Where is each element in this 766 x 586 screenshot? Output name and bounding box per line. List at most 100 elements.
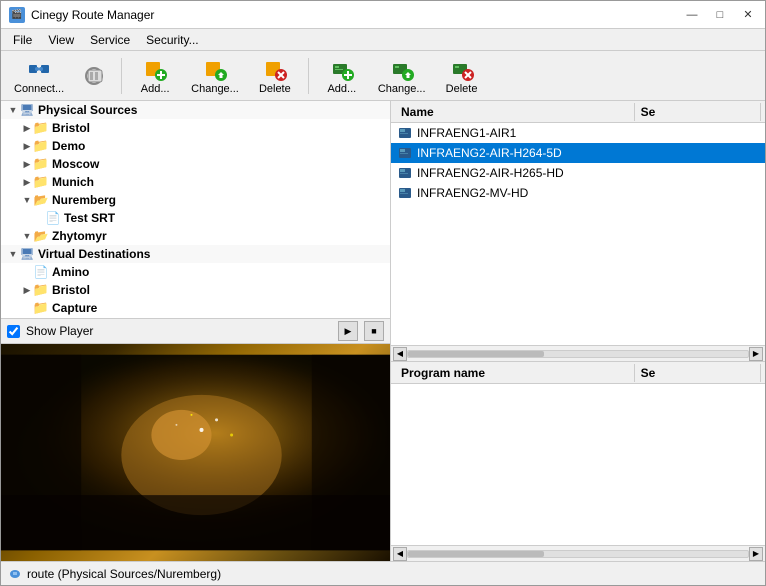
col-header-program-name[interactable]: Program name: [395, 364, 635, 382]
connect-button[interactable]: Connect...: [7, 55, 71, 97]
scroll-right-bottom[interactable]: ▶: [749, 547, 763, 561]
play-button[interactable]: ▶: [338, 321, 358, 341]
tree-item-amino[interactable]: 📄 Amino: [1, 263, 390, 281]
bristol2-label: Bristol: [52, 283, 90, 297]
maximize-button[interactable]: □: [707, 5, 733, 25]
close-button[interactable]: ✕: [735, 5, 761, 25]
folder-icon-munich: 📁: [33, 174, 49, 190]
expand-zhytomyr[interactable]: ▼: [21, 230, 33, 242]
expand-bristol[interactable]: ▶: [21, 122, 33, 134]
demo-label: Demo: [52, 139, 85, 153]
delete1-label: Delete: [259, 83, 291, 95]
virtual-destinations-label: Virtual Destinations: [38, 247, 150, 261]
tree-item-moscow[interactable]: ▶ 📁 Moscow: [1, 155, 390, 173]
capture-label: Capture: [52, 301, 97, 315]
list-item-infraeng2-air-h264-5d[interactable]: INFRAENG2-AIR-H264-5D: [391, 143, 765, 163]
menu-service[interactable]: Service: [82, 31, 138, 49]
menu-file[interactable]: File: [5, 31, 40, 49]
expand-moscow[interactable]: ▶: [21, 158, 33, 170]
toolbar-sep-1: [121, 58, 122, 94]
bottom-scrollbar-h: ◀ ▶: [391, 545, 765, 561]
infraeng2-mv-hd-label: INFRAENG2-MV-HD: [417, 186, 528, 200]
moscow-label: Moscow: [52, 157, 99, 171]
delete2-icon: [450, 57, 474, 81]
computer-icon: 🖥: [19, 102, 35, 118]
expand-virtual-destinations[interactable]: ▼: [7, 248, 19, 260]
folder-icon-bristol: 📁: [33, 120, 49, 136]
col-header-se2[interactable]: Se: [635, 364, 761, 382]
computer-icon-vd: 🖥: [19, 246, 35, 262]
tree-item-zhytomyr[interactable]: ▼ 📂 Zhytomyr: [1, 227, 390, 245]
menubar: File View Service Security...: [1, 29, 765, 51]
tree-view[interactable]: ▼ 🖥 Physical Sources ▶ 📁 Bristol: [1, 101, 390, 318]
expand-bristol2[interactable]: ▶: [21, 284, 33, 296]
minimize-button[interactable]: —: [679, 5, 705, 25]
connect-icon: [27, 57, 51, 81]
server-icon-1: [397, 125, 413, 141]
tree-item-nuremberg[interactable]: ▼ 📂 Nuremberg: [1, 191, 390, 209]
server-icon-3: [397, 165, 413, 181]
tree-item-bristol[interactable]: ▶ 📁 Bristol: [1, 119, 390, 137]
add2-label: Add...: [327, 83, 356, 95]
refresh-icon: [82, 64, 106, 88]
delete2-button[interactable]: Delete: [437, 55, 487, 97]
menu-view[interactable]: View: [40, 31, 82, 49]
statusbar: route (Physical Sources/Nuremberg): [1, 561, 765, 585]
expand-demo[interactable]: ▶: [21, 140, 33, 152]
tree-item-test-srt[interactable]: 📄 Test SRT: [1, 209, 390, 227]
scrollbar-thumb-top: [408, 351, 544, 357]
col-header-name[interactable]: Name: [395, 103, 635, 121]
stop-icon: ■: [371, 326, 376, 336]
status-icon: [7, 566, 23, 582]
change1-button[interactable]: Change...: [184, 55, 246, 97]
scroll-left-bottom[interactable]: ◀: [393, 547, 407, 561]
change1-label: Change...: [191, 83, 239, 95]
show-player-bar: Show Player ▶ ■: [1, 318, 390, 344]
expand-munich[interactable]: ▶: [21, 176, 33, 188]
folder-icon-capture: 📁: [33, 300, 49, 316]
toolbar-sep-2: [308, 58, 309, 94]
stop-button[interactable]: ■: [364, 321, 384, 341]
titlebar-controls: — □ ✕: [679, 5, 761, 25]
left-panel: ▼ 🖥 Physical Sources ▶ 📁 Bristol: [1, 101, 391, 561]
show-player-checkbox[interactable]: [7, 325, 20, 338]
list-item-infraeng2-air-h265-hd[interactable]: INFRAENG2-AIR-H265-HD: [391, 163, 765, 183]
col-header-se[interactable]: Se: [635, 103, 761, 121]
infraeng2-air-h264-5d-label: INFRAENG2-AIR-H264-5D: [417, 146, 562, 160]
add1-button[interactable]: Add...: [130, 55, 180, 97]
folder-icon-demo: 📁: [33, 138, 49, 154]
connect-label: Connect...: [14, 83, 64, 95]
scroll-right-button[interactable]: ▶: [749, 347, 763, 361]
scrollbar-track-bottom[interactable]: [407, 550, 749, 558]
tree-item-capture[interactable]: 📁 Capture: [1, 299, 390, 317]
expand-physical-sources[interactable]: ▼: [7, 104, 19, 116]
list-item-infraeng1-air1[interactable]: INFRAENG1-AIR1: [391, 123, 765, 143]
delete2-label: Delete: [446, 83, 478, 95]
scrollbar-track-top[interactable]: [407, 350, 749, 358]
list-item-infraeng2-mv-hd[interactable]: INFRAENG2-MV-HD: [391, 183, 765, 203]
delete1-button[interactable]: Delete: [250, 55, 300, 97]
right-scrollbar-h: ◀ ▶: [391, 345, 765, 361]
bottom-table: Program name Se ◀ ▶: [391, 361, 765, 561]
tree-item-demo[interactable]: ▶ 📁 Demo: [1, 137, 390, 155]
right-list-content[interactable]: INFRAENG1-AIR1 INFRAENG2-AIR-H264-5D: [391, 123, 765, 345]
tree-item-munich[interactable]: ▶ 📁 Munich: [1, 173, 390, 191]
scroll-left-button[interactable]: ◀: [393, 347, 407, 361]
folder-open-icon-nuremberg: 📂: [33, 192, 49, 208]
add2-icon: [330, 57, 354, 81]
tree-item-virtual-destinations[interactable]: ▼ 🖥 Virtual Destinations: [1, 245, 390, 263]
expand-nuremberg[interactable]: ▼: [21, 194, 33, 206]
tree-item-physical-sources[interactable]: ▼ 🖥 Physical Sources: [1, 101, 390, 119]
tree-item-bristol2[interactable]: ▶ 📁 Bristol: [1, 281, 390, 299]
server-icon-2: [397, 145, 413, 161]
change2-button[interactable]: Change...: [371, 55, 433, 97]
folder-icon-bristol2: 📁: [33, 282, 49, 298]
app-icon: 🎬: [9, 7, 25, 23]
right-panel: Name Se INFRAENG1-AIR1: [391, 101, 765, 561]
menu-security[interactable]: Security...: [138, 31, 206, 49]
expand-capture: [21, 302, 33, 314]
refresh-button[interactable]: [75, 55, 113, 97]
nuremberg-label: Nuremberg: [52, 193, 116, 207]
add2-button[interactable]: Add...: [317, 55, 367, 97]
amino-label: Amino: [52, 265, 89, 279]
